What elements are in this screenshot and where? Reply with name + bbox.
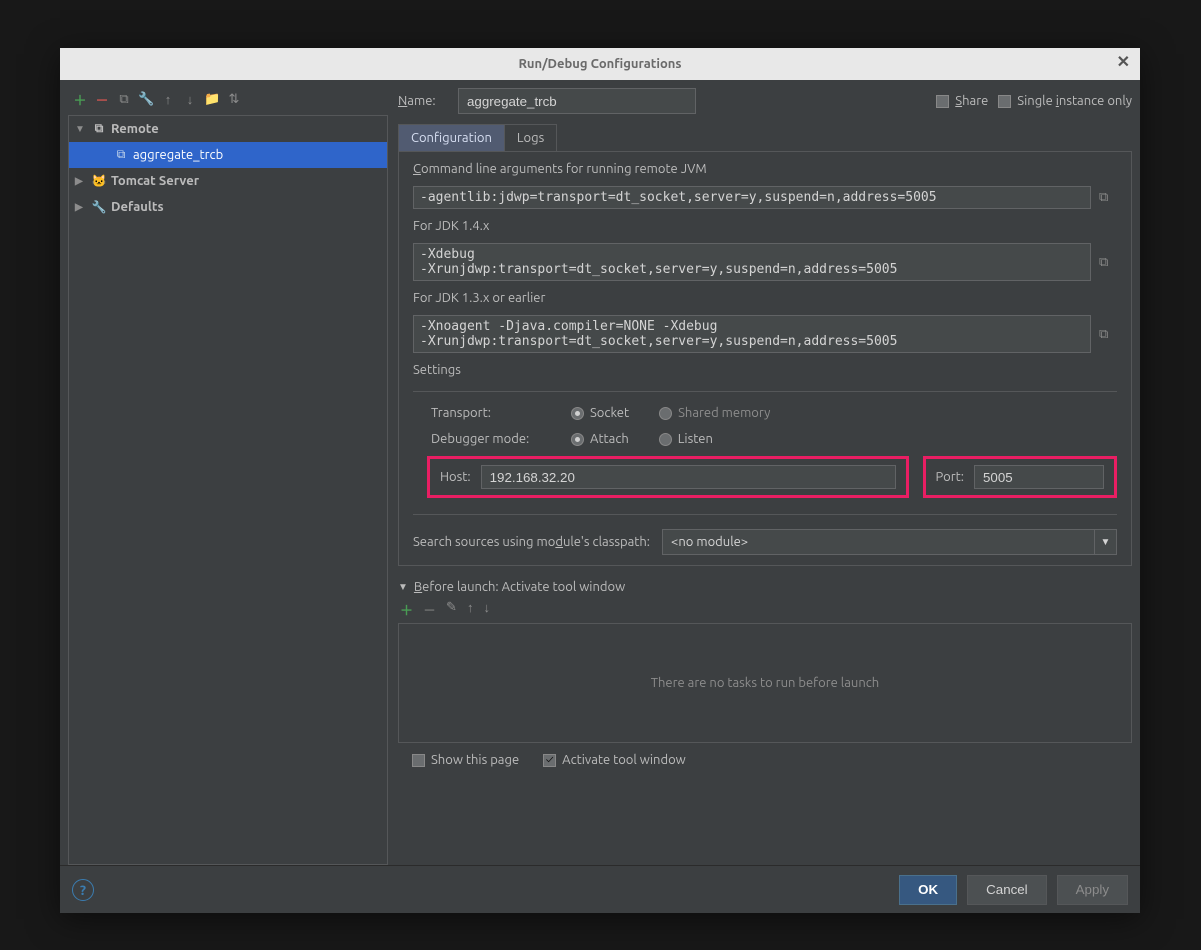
chevron-right-icon: ▶ [75,175,87,187]
edit-task-icon[interactable]: ✎ [446,600,457,619]
name-label: Name: [398,94,448,108]
tree-label: Tomcat Server [111,174,199,188]
tree-label: Remote [111,122,159,136]
share-checkbox[interactable]: Share [936,94,988,108]
dialog-title: Run/Debug Configurations [518,57,681,71]
tomcat-icon: 🐱 [91,174,107,188]
copy-icon[interactable]: ⧉ [1099,190,1117,205]
jdk14-label: For JDK 1.4.x [413,219,1117,233]
config-panel: Name: Share Single instance only Configu… [398,88,1132,865]
sidebar-toolbar: ＋ － ⧉ 🔧 ↑ ↓ 📁 ⇅ [68,88,388,115]
before-launch-header[interactable]: ▼ Before launch: Activate tool window [398,580,1132,594]
show-page-checkbox[interactable]: Show this page [412,753,519,767]
sort-icon[interactable]: ⇅ [226,92,242,107]
remote-config-icon: ⧉ [113,148,129,162]
tab-configuration[interactable]: Configuration [398,124,505,151]
remote-icon: ⧉ [91,122,107,136]
remote-jvm-args-field[interactable]: -agentlib:jdwp=transport=dt_socket,serve… [413,186,1091,209]
transport-label: Transport: [431,406,571,420]
help-icon[interactable]: ? [72,879,94,901]
host-input[interactable] [481,465,896,489]
titlebar: Run/Debug Configurations ✕ [60,48,1140,80]
host-highlight: Host: [427,456,909,498]
chevron-down-icon: ▼ [1094,530,1116,554]
port-input[interactable] [974,465,1104,489]
jdk14-args-field[interactable]: -Xdebug -Xrunjdwp:transport=dt_socket,se… [413,243,1091,281]
move-up-icon[interactable]: ↑ [467,600,474,619]
copy-icon[interactable]: ⧉ [1099,255,1117,270]
copy-icon[interactable]: ⧉ [1099,327,1117,342]
search-sources-label: Search sources using module's classpath: [413,535,650,549]
sidebar: ＋ － ⧉ 🔧 ↑ ↓ 📁 ⇅ ▼ ⧉ Remote ⧉ aggregate_t… [68,88,388,865]
config-tree[interactable]: ▼ ⧉ Remote ⧉ aggregate_trcb ▶ 🐱 Tomcat S… [68,115,388,865]
apply-button[interactable]: Apply [1057,875,1128,905]
combo-value: <no module> [663,535,1094,549]
transport-shared-radio[interactable]: Shared memory [659,406,770,420]
empty-tasks-text: There are no tasks to run before launch [651,676,879,690]
jdk13-args-field[interactable]: -Xnoagent -Djava.compiler=NONE -Xdebug -… [413,315,1091,353]
chevron-down-icon: ▼ [75,123,87,135]
remove-task-icon[interactable]: － [423,600,436,619]
down-icon[interactable]: ↓ [182,92,198,107]
ok-button[interactable]: OK [899,875,957,905]
radio-off-icon [659,407,672,420]
add-task-icon[interactable]: ＋ [400,600,413,619]
remote-jvm-args-label: Command line arguments for running remot… [413,162,1117,176]
port-label: Port: [936,470,964,484]
debugger-listen-radio[interactable]: Listen [659,432,713,446]
checkbox-icon [936,95,949,108]
before-launch-tasks-list[interactable]: There are no tasks to run before launch [398,623,1132,743]
transport-socket-radio[interactable]: Socket [571,406,629,420]
tree-node-remote[interactable]: ▼ ⧉ Remote [69,116,387,142]
copy-icon[interactable]: ⧉ [116,92,132,107]
module-classpath-combo[interactable]: <no module> ▼ [662,529,1117,555]
remove-icon[interactable]: － [94,90,110,109]
tab-logs[interactable]: Logs [504,124,557,151]
checkbox-checked-icon [543,754,556,767]
move-down-icon[interactable]: ↓ [483,600,490,619]
jdk13-label: For JDK 1.3.x or earlier [413,291,1117,305]
single-instance-checkbox[interactable]: Single instance only [998,94,1132,108]
tree-node-tomcat[interactable]: ▶ 🐱 Tomcat Server [69,168,387,194]
radio-on-icon [571,407,584,420]
checkbox-icon [412,754,425,767]
radio-off-icon [659,433,672,446]
settings-title: Settings [413,363,1117,377]
add-icon[interactable]: ＋ [72,90,88,109]
tree-node-defaults[interactable]: ▶ 🔧 Defaults [69,194,387,220]
debugger-mode-label: Debugger mode: [431,432,571,446]
wrench-icon[interactable]: 🔧 [138,92,154,107]
tree-label: aggregate_trcb [133,148,223,162]
radio-on-icon [571,433,584,446]
wrench-icon: 🔧 [91,200,107,214]
close-icon[interactable]: ✕ [1117,52,1130,71]
debugger-attach-radio[interactable]: Attach [571,432,629,446]
dialog-footer: ? OK Cancel Apply [60,865,1140,913]
configuration-tab-content: Command line arguments for running remot… [398,152,1132,566]
cancel-button[interactable]: Cancel [967,875,1047,905]
before-launch-section: ▼ Before launch: Activate tool window ＋ … [398,580,1132,777]
folder-icon[interactable]: 📁 [204,92,220,107]
host-label: Host: [440,470,471,484]
tabs: Configuration Logs [398,124,1132,152]
activate-window-checkbox[interactable]: Activate tool window [543,753,686,767]
up-icon[interactable]: ↑ [160,92,176,107]
port-highlight: Port: [923,456,1117,498]
checkbox-icon [998,95,1011,108]
tree-node-aggregate-trcb[interactable]: ⧉ aggregate_trcb [69,142,387,168]
run-debug-config-dialog: Run/Debug Configurations ✕ ＋ － ⧉ 🔧 ↑ ↓ 📁… [60,48,1140,913]
tree-label: Defaults [111,200,164,214]
chevron-down-icon: ▼ [398,581,408,593]
chevron-right-icon: ▶ [75,201,87,213]
name-input[interactable] [458,88,696,114]
